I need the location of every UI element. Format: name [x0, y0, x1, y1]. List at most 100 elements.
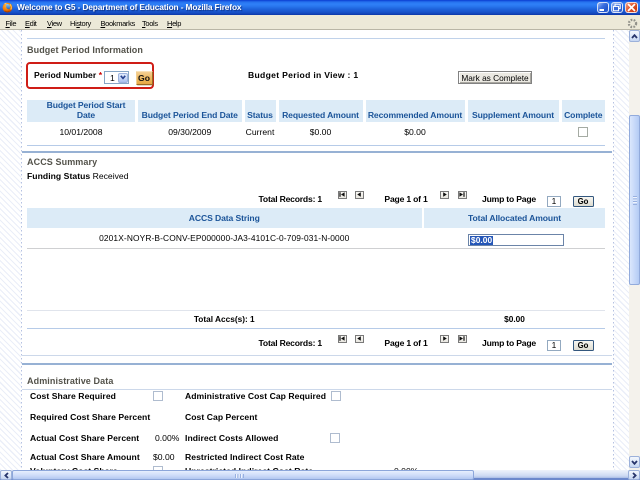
period-number-text: Period Number	[34, 70, 96, 80]
next-page-button[interactable]	[440, 335, 449, 344]
next-page-button[interactable]	[440, 191, 449, 200]
menu-label-post: elp	[172, 19, 181, 28]
selected-input-text: $0.00	[470, 236, 493, 245]
menu-edit[interactable]: Edit	[25, 19, 37, 29]
top-rule	[27, 38, 605, 40]
jump-to-page-input[interactable]: 1	[547, 340, 561, 351]
col-header-end-date: Budget Period End Date	[138, 100, 242, 122]
admin-label: Cost Share Required	[30, 391, 116, 401]
jump-to-page-label: Jump to Page	[482, 194, 536, 204]
cost-share-required-checkbox[interactable]	[153, 391, 163, 401]
admin-heading-rule	[22, 389, 612, 390]
admin-label: Actual Cost Share Percent	[30, 433, 139, 443]
menu-label-post: ools	[145, 19, 157, 28]
menu-label-post: dit	[30, 19, 37, 28]
close-button[interactable]	[625, 2, 638, 13]
throbber-icon	[627, 18, 638, 29]
right-margin-hatch	[614, 30, 629, 470]
title-bar[interactable]: Welcome to G5 - Department of Education …	[0, 0, 640, 15]
menu-file[interactable]: File	[6, 19, 17, 29]
left-border	[21, 30, 22, 470]
firefox-icon	[2, 2, 13, 13]
menu-view[interactable]: View	[47, 19, 62, 29]
restore-button[interactable]	[611, 2, 623, 13]
period-number-label: Period Number *	[34, 70, 102, 80]
accs-row-rule	[27, 248, 605, 249]
admin-label: Restricted Indirect Cost Rate	[185, 452, 304, 462]
jump-to-page-label: Jump to Page	[482, 338, 536, 348]
page-indicator: Page 1 of 1	[376, 338, 436, 348]
budget-section-heading: Budget Period Information	[27, 45, 143, 55]
scroll-up-button[interactable]	[629, 30, 640, 42]
accs-total-amount: $0.00	[424, 314, 605, 324]
total-records-label: Total Records: 1	[240, 338, 322, 348]
cell-status: Current	[245, 127, 276, 137]
vertical-scroll-thumb[interactable]	[629, 115, 640, 285]
admin-value: 0.00%	[155, 433, 179, 443]
admin-label: Actual Cost Share Amount	[30, 452, 140, 462]
accs-total-label: Total Accs(s): 1	[27, 314, 422, 324]
budget-period-in-view: Budget Period in View : 1	[248, 70, 358, 80]
col-header-complete: Complete	[562, 100, 606, 122]
jump-go-button[interactable]: Go	[573, 196, 594, 207]
col-header-recommended: Recommended Amount	[366, 100, 465, 122]
scroll-right-button[interactable]	[628, 470, 640, 480]
total-allocated-input[interactable]: $0.00	[468, 234, 564, 246]
admin-cost-cap-required-checkbox[interactable]	[331, 391, 341, 401]
col-header-start-date: Budget Period Start Date	[27, 100, 135, 122]
scroll-down-button[interactable]	[629, 456, 640, 468]
col-header-supplement: Supplement Amount	[468, 100, 559, 122]
previous-page-button[interactable]	[355, 335, 364, 344]
col-header-total-allocated: Total Allocated Amount	[424, 208, 605, 229]
page-content: Budget Period Information Period Number …	[0, 30, 629, 470]
admin-label: Cost Cap Percent	[185, 412, 257, 422]
menu-history[interactable]: History	[70, 19, 91, 29]
accs-footer-top-rule	[27, 310, 605, 311]
scroll-left-button[interactable]	[0, 470, 12, 480]
funding-status: Funding Status Received	[27, 171, 128, 181]
page-indicator: Page 1 of 1	[376, 194, 436, 204]
horizontal-scroll-thumb[interactable]	[12, 470, 474, 480]
left-margin-hatch	[0, 30, 21, 470]
first-page-button[interactable]	[338, 335, 347, 344]
menu-label-post: ile	[10, 19, 16, 28]
last-page-button[interactable]	[458, 191, 467, 200]
select-dropdown-arrow-icon[interactable]	[118, 73, 128, 83]
vertical-scrollbar[interactable]	[629, 30, 640, 470]
menu-label-post: iew	[52, 19, 62, 28]
total-records-label: Total Records: 1	[240, 194, 322, 204]
menu-label-post: ookmarks	[105, 19, 135, 28]
window-title: Welcome to G5 - Department of Education …	[17, 1, 241, 14]
last-page-button[interactable]	[458, 335, 467, 344]
funding-status-value: Received	[93, 171, 129, 181]
minimize-button[interactable]	[597, 2, 609, 13]
admin-section-rule	[22, 363, 612, 365]
period-number-select[interactable]: 1	[104, 71, 129, 84]
accs-section-heading: ACCS Summary	[27, 157, 97, 167]
indirect-costs-allowed-checkbox[interactable]	[330, 433, 340, 443]
menu-help[interactable]: Help	[167, 19, 181, 29]
browser-window: Welcome to G5 - Department of Education …	[0, 0, 640, 480]
admin-value: $0.00	[153, 452, 175, 462]
col-header-accs-string: ACCS Data String	[27, 208, 422, 229]
horizontal-scrollbar[interactable]	[0, 470, 640, 480]
complete-checkbox[interactable]	[578, 127, 588, 137]
budget-table-bottom-rule	[27, 145, 605, 147]
admin-label: Indirect Costs Allowed	[185, 433, 278, 443]
period-go-button[interactable]: Go	[136, 71, 153, 85]
funding-status-label: Funding Status	[27, 171, 90, 181]
menu-bookmarks[interactable]: Bookmarks	[101, 19, 135, 29]
mark-as-complete-button[interactable]: Mark as Complete	[458, 71, 532, 84]
pagination-bottom-rule	[22, 355, 612, 356]
jump-to-page-input[interactable]: 1	[547, 196, 561, 207]
accs-table-bottom-rule	[27, 328, 605, 330]
previous-page-button[interactable]	[355, 191, 364, 200]
col-header-status: Status	[245, 100, 276, 122]
cell-requested: $0.00	[279, 127, 363, 137]
cell-start-date: 10/01/2008	[27, 127, 135, 137]
accs-section-rule	[22, 151, 612, 153]
jump-go-button[interactable]: Go	[573, 340, 594, 351]
first-page-button[interactable]	[338, 191, 347, 200]
period-select-value: 1	[110, 73, 115, 83]
menu-tools[interactable]: Tools	[142, 19, 158, 29]
